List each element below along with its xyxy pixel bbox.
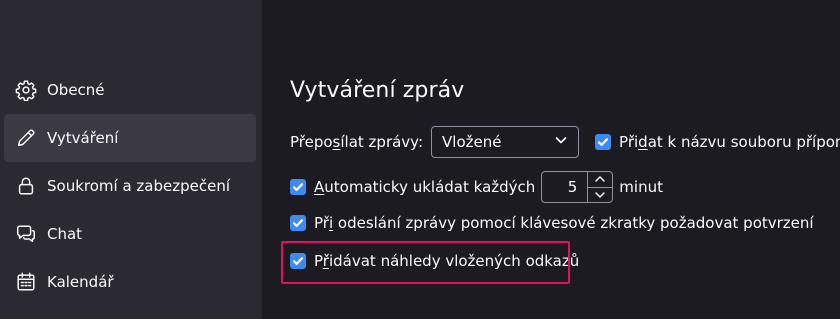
add-extension-checkbox[interactable] [595, 134, 612, 150]
forward-mode-select[interactable]: Vložené [431, 126, 580, 158]
chevron-up-icon [595, 176, 606, 182]
increment-button[interactable] [588, 172, 612, 187]
sidebar-item-label: Vytváření [47, 129, 119, 147]
sidebar-item-label: Soukromí a zabezpečení [47, 177, 231, 195]
forward-mode-value: Vložené [442, 133, 502, 151]
autosave-interval-input[interactable]: 5 [541, 171, 614, 203]
chevron-down-icon [595, 192, 606, 198]
confirm-send-label: Při odeslání zprávy pomocí klávesové zkr… [314, 214, 814, 232]
settings-window: Obecné Vytváření Soukromí a zabezpečení [0, 0, 840, 319]
lock-icon [14, 174, 38, 198]
autosave-spinner [587, 172, 613, 203]
highlight-frame [281, 241, 570, 284]
checkmark-icon [292, 219, 304, 227]
sidebar-item-label: Chat [47, 225, 83, 243]
sidebar-item-privacy[interactable]: Soukromí a zabezpečení [4, 162, 256, 210]
sidebar: Obecné Vytváření Soukromí a zabezpečení [0, 0, 262, 319]
composition-pane: Vytváření zpráv Přeposílat zprávy: Vlože… [262, 0, 840, 319]
sidebar-item-label: Kalendář [47, 273, 114, 291]
chat-icon [14, 222, 38, 246]
autosave-interval-value[interactable]: 5 [542, 172, 587, 202]
add-extension-label: Přidat k názvu souboru příponu [619, 133, 840, 151]
chevron-down-icon [554, 133, 568, 151]
checkmark-icon [597, 138, 609, 146]
sidebar-item-general[interactable]: Obecné [4, 66, 256, 114]
gear-icon [14, 78, 38, 102]
forward-row: Přeposílat zprávy: Vložené Přidat k názv… [290, 126, 840, 158]
pencil-icon [14, 126, 38, 150]
sidebar-item-chat[interactable]: Chat [4, 210, 256, 258]
autosave-checkbox[interactable] [290, 179, 306, 195]
checkmark-icon [292, 183, 304, 191]
sidebar-item-calendar[interactable]: Kalendář [4, 258, 256, 306]
autosave-row: Automaticky ukládat každých 5 minut [290, 171, 663, 203]
forward-label: Přeposílat zprávy: [290, 133, 424, 151]
autosave-label: Automaticky ukládat každých [314, 178, 536, 196]
decrement-button[interactable] [588, 186, 613, 203]
confirm-send-row: Při odeslání zprávy pomocí klávesové zkr… [290, 214, 814, 232]
confirm-send-checkbox[interactable] [290, 215, 306, 231]
section-title: Vytváření zpráv [290, 78, 465, 103]
calendar-icon [14, 270, 38, 294]
sidebar-item-composition[interactable]: Vytváření [4, 114, 256, 162]
autosave-unit: minut [619, 178, 663, 196]
sidebar-item-label: Obecné [47, 81, 105, 99]
